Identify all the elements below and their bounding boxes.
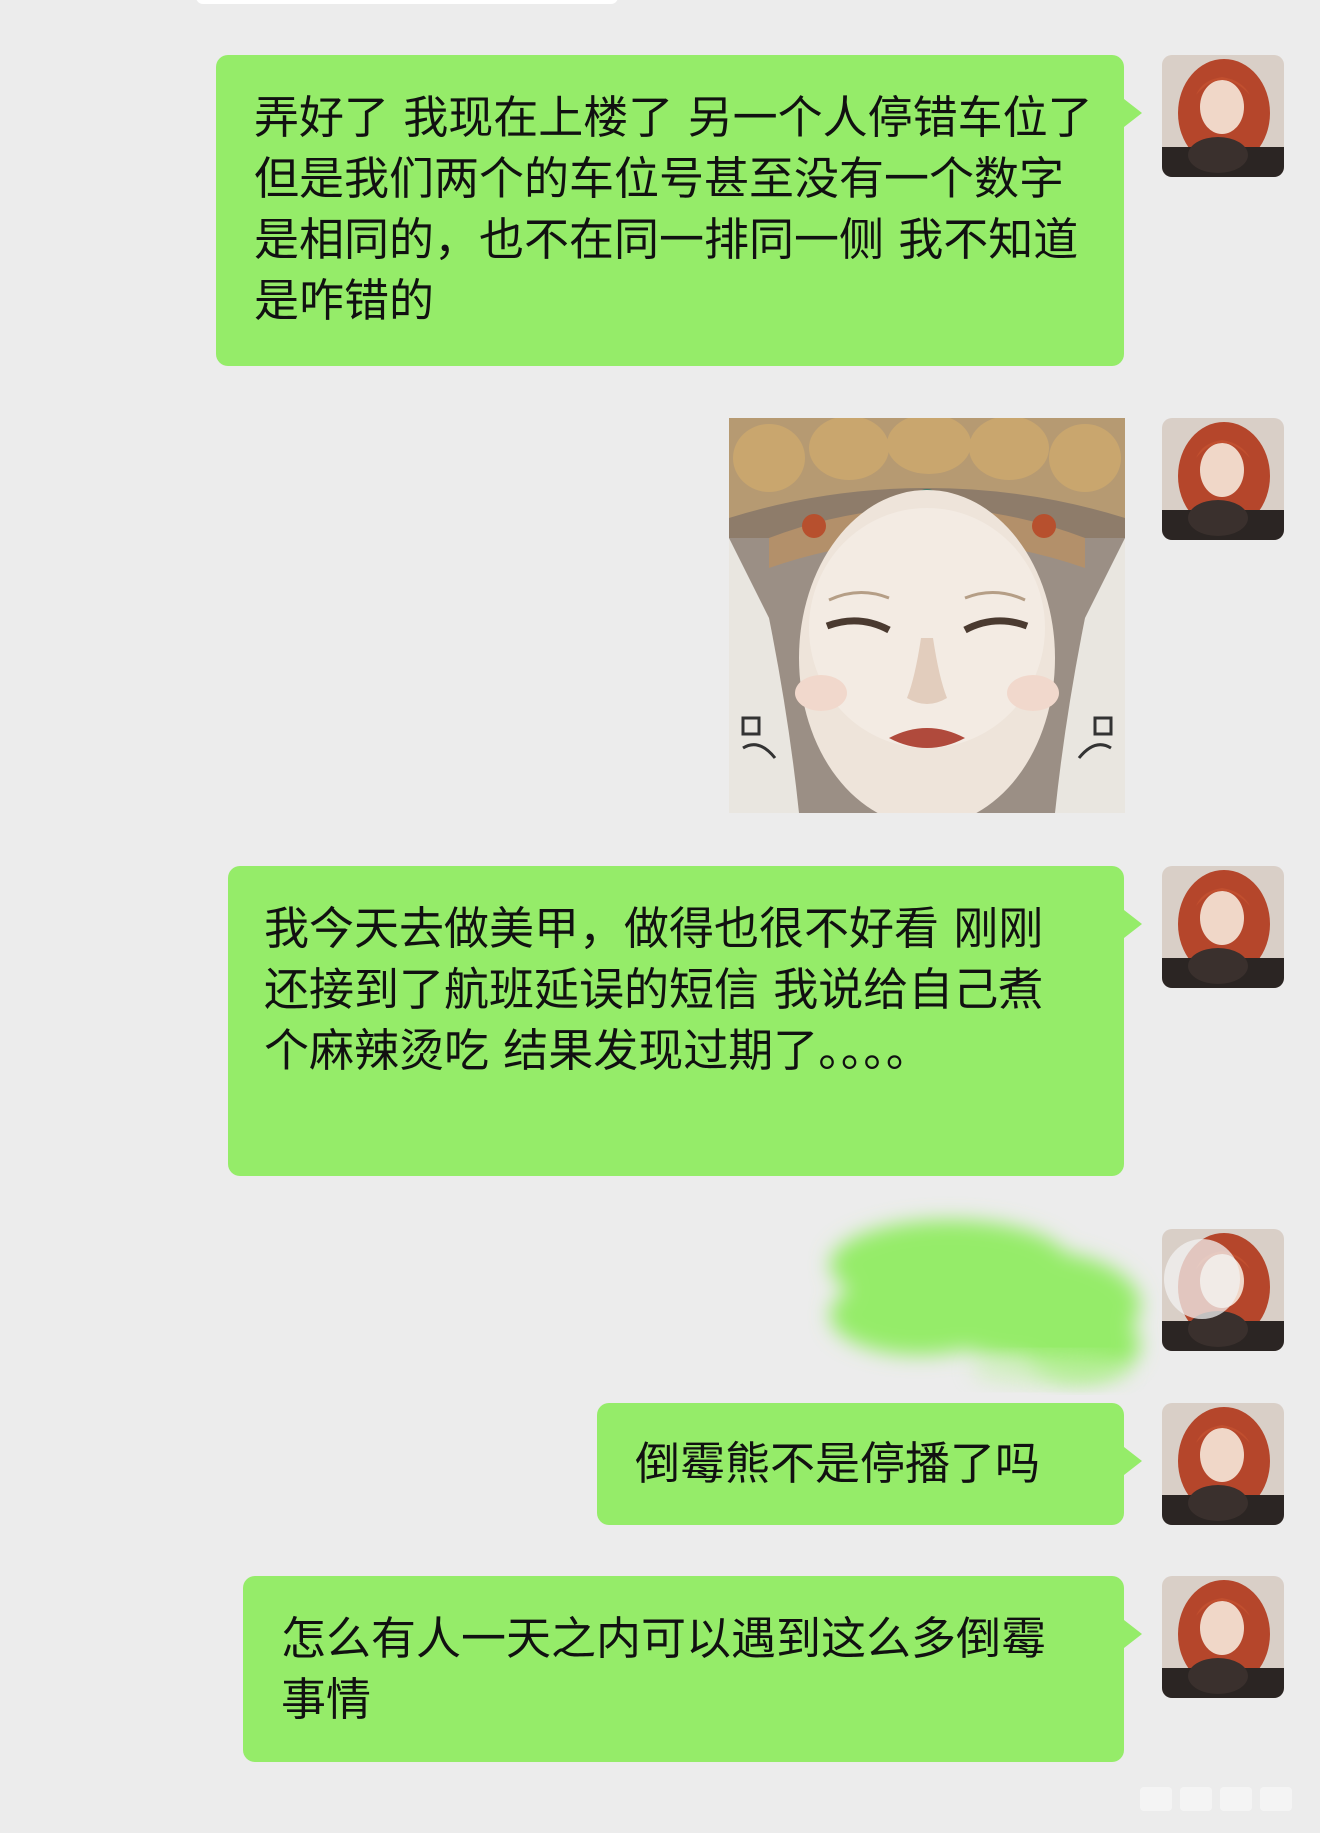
message-text-5: 倒霉熊不是停播了吗 xyxy=(635,1437,1041,1490)
avatar[interactable] xyxy=(1162,55,1284,177)
avatar-icon xyxy=(1162,1229,1284,1351)
sticker-image[interactable] xyxy=(729,418,1125,813)
watermark xyxy=(1120,1769,1320,1829)
message-text-1: 弄好了 我现在上楼了 另一个人停错车位了 但是我们两个的车位号甚至没有一个数字是… xyxy=(254,91,1093,327)
watermark-icon xyxy=(1140,1787,1292,1811)
message-bubble-5[interactable]: 倒霉熊不是停播了吗 xyxy=(597,1403,1142,1525)
statue-face-icon xyxy=(729,418,1125,813)
message-bubble-6[interactable]: 怎么有人一天之内可以遇到这么多倒霉事情 xyxy=(243,1576,1142,1762)
avatar[interactable] xyxy=(1162,1576,1284,1698)
redacted-message xyxy=(800,1195,1160,1395)
avatar-icon xyxy=(1162,1576,1284,1698)
avatar[interactable] xyxy=(1162,1229,1284,1351)
message-text-6: 怎么有人一天之内可以遇到这么多倒霉事情 xyxy=(281,1612,1047,1726)
message-bubble-3[interactable]: 我今天去做美甲，做得也很不好看 刚刚还接到了航班延误的短信 我说给自己煮个麻辣烫… xyxy=(228,866,1142,1176)
avatar[interactable] xyxy=(1162,1403,1284,1525)
avatar-icon xyxy=(1162,55,1284,177)
previous-message-edge xyxy=(196,0,618,4)
message-bubble-1[interactable]: 弄好了 我现在上楼了 另一个人停错车位了 但是我们两个的车位号甚至没有一个数字是… xyxy=(216,55,1142,366)
avatar[interactable] xyxy=(1162,866,1284,988)
avatar[interactable] xyxy=(1162,418,1284,540)
avatar-icon xyxy=(1162,866,1284,988)
redaction-smudge-icon xyxy=(830,1220,1140,1386)
avatar-icon xyxy=(1162,418,1284,540)
message-text-3: 我今天去做美甲，做得也很不好看 刚刚还接到了航班延误的短信 我说给自己煮个麻辣烫… xyxy=(264,902,1044,1077)
avatar-icon xyxy=(1162,1403,1284,1525)
